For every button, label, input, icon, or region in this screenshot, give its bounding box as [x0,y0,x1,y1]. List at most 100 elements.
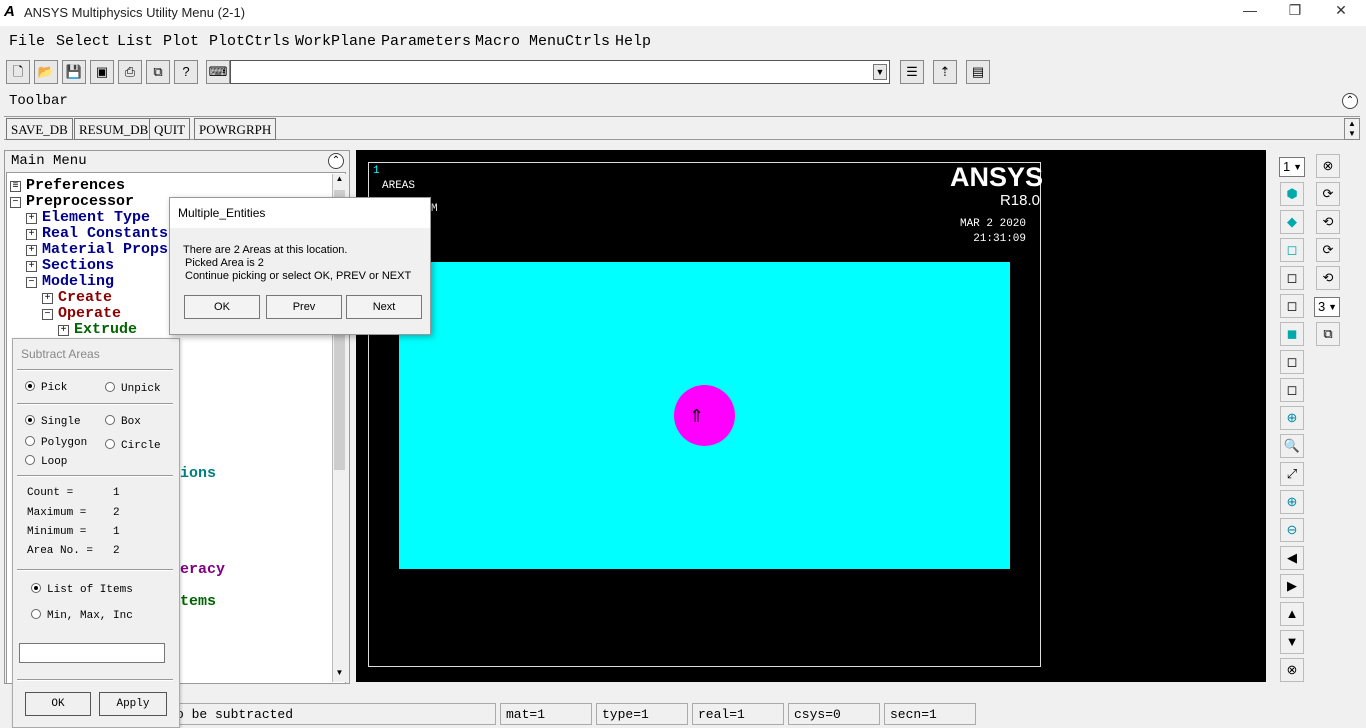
tree-item-material-props[interactable]: + Material Props [26,241,168,258]
ok-button[interactable]: OK [25,692,91,716]
menu-workplane[interactable]: WorkPlane [295,33,376,50]
close-button[interactable]: ✕ [1323,2,1359,22]
tree-item-real-constants[interactable]: + Real Constants [26,225,168,242]
rotate-y-icon[interactable]: ⟳ [1316,182,1340,206]
zoom-icon[interactable]: ⊕ [1280,406,1304,430]
menu-parameters[interactable]: Parameters [381,33,471,50]
contact-manager-icon[interactable]: ▤ [966,60,990,84]
back-view-icon[interactable]: ◻ [1280,238,1304,262]
main-menu-label: Main Menu [11,153,87,169]
menu-plotctrls[interactable]: PlotCtrls [209,33,290,50]
radio-icon [105,439,115,449]
menu-file[interactable]: File [9,33,45,50]
top-view-icon[interactable]: ◻ [1280,266,1304,290]
command-input[interactable]: ▼ [230,60,890,84]
rotate-x-icon[interactable]: ⟲ [1316,210,1340,234]
tree-item-create[interactable]: + Create [42,289,112,306]
window-select-dropdown[interactable]: 1 ▼ [1279,157,1305,177]
bottom-view-icon[interactable]: ◻ [1280,294,1304,318]
toolbar-scroll-icon[interactable]: ▲ ▼ [1344,118,1360,140]
ansys-brand: ANSYS [950,162,1044,192]
new-file-icon[interactable]: 🗋 [6,60,30,84]
menu-plot[interactable]: Plot [163,33,199,50]
minimize-button[interactable]: — [1232,2,1268,22]
zoom-out-icon[interactable]: ⊖ [1280,518,1304,542]
pan-right-icon[interactable]: ▶ [1280,574,1304,598]
menu-select[interactable]: Select [56,33,110,50]
box-zoom-icon[interactable]: 🔍 [1280,434,1304,458]
tree-item-preferences[interactable]: ≡ Preferences [10,177,125,194]
command-dropdown-icon[interactable]: ▼ [873,64,887,80]
single-radio[interactable]: Single [25,415,81,428]
pick-radio[interactable]: Pick [25,381,67,394]
keyboard-icon[interactable]: ⌨ [206,60,230,84]
box-radio[interactable]: Box [105,415,141,428]
restore-button[interactable]: ❐ [1277,2,1313,22]
resum-db-button[interactable]: RESUM_DB [74,118,154,140]
loop-radio[interactable]: Loop [25,455,67,468]
save-icon[interactable]: 💾 [62,60,86,84]
tree-label: Preprocessor [26,193,135,210]
dynamic-mode-icon[interactable]: ⧉ [1316,322,1340,346]
front-view-icon[interactable]: ◆ [1280,210,1304,234]
oblique-view-icon[interactable]: ⊗ [1316,154,1340,178]
menu-macro[interactable]: Macro [475,33,520,50]
reset-picking-icon[interactable]: ⇡ [933,60,957,84]
zoom-in-icon[interactable]: ⊕ [1280,490,1304,514]
apply-button[interactable]: Apply [99,692,167,716]
tree-item-modeling[interactable]: − Modeling [26,273,114,290]
collapse-main-menu-icon[interactable]: ⌃ [328,153,344,169]
collapse-toolbar-icon[interactable]: ⌃ [1342,93,1358,109]
help-icon[interactable]: ? [174,60,198,84]
expand-icon: + [26,245,37,256]
pan-up-icon[interactable]: ▲ [1280,602,1304,626]
tree-item-partial[interactable]: ions [180,465,216,482]
pan-left-icon[interactable]: ◀ [1280,546,1304,570]
min-max-inc-radio[interactable]: Min, Max, Inc [31,609,133,622]
next-button[interactable]: Next [346,295,422,319]
rotate-z-icon[interactable]: ⟳ [1316,238,1340,262]
reset-view-icon[interactable]: ⊗ [1280,658,1304,682]
powrgrph-button[interactable]: POWRGRPH [194,118,277,140]
quit-button[interactable]: QUIT [149,118,191,140]
status-real: real=1 [692,703,784,725]
status-type: type=1 [596,703,688,725]
unpick-radio[interactable]: Unpick [105,382,161,395]
polygon-radio[interactable]: Polygon [25,436,87,449]
dropdown-value: 3 [1318,299,1326,314]
expand-icon: + [26,229,37,240]
tree-item-sections[interactable]: + Sections [26,257,114,274]
view-select-dropdown[interactable]: 3 ▼ [1314,297,1340,317]
print-icon[interactable]: ⎙ [118,60,142,84]
report-icon[interactable]: ▣ [90,60,114,84]
prev-button[interactable]: Prev [266,295,342,319]
tree-item-partial[interactable]: eracy [180,561,225,578]
tree-item-operate[interactable]: − Operate [42,305,121,322]
left-view-icon[interactable]: ◻ [1280,350,1304,374]
tree-item-element-type[interactable]: + Element Type [26,209,150,226]
area-2-selected[interactable] [674,385,735,446]
list-items-radio[interactable]: List of Items [31,583,133,596]
tree-item-preprocessor[interactable]: − Preprocessor [10,193,134,210]
pan-down-icon[interactable]: ▼ [1280,630,1304,654]
rotate-zneg-icon[interactable]: ⟲ [1316,266,1340,290]
menu-help[interactable]: Help [615,33,651,50]
menu-menuctrls[interactable]: MenuCtrls [529,33,610,50]
open-folder-icon[interactable]: 📂 [34,60,58,84]
ok-button[interactable]: OK [184,295,260,319]
tree-item-extrude[interactable]: + Extrude [58,321,137,338]
scroll-down-icon[interactable]: ▼ [333,668,346,682]
tree-item-partial[interactable]: tems [180,593,216,610]
circle-radio[interactable]: Circle [105,439,161,452]
fit-view-icon[interactable]: ⤢ [1280,462,1304,486]
scroll-up-icon[interactable]: ▲ [333,174,346,188]
wire-view-icon[interactable]: ◻ [1280,378,1304,402]
right-view-icon[interactable]: ◼ [1280,322,1304,346]
raise-hidden-icon[interactable]: ☰ [900,60,924,84]
pick-entry-input[interactable] [19,643,165,663]
save-db-button[interactable]: SAVE_DB [6,118,73,140]
expand-icon: + [26,213,37,224]
image-capture-icon[interactable]: ⧉ [146,60,170,84]
iso-view-icon[interactable]: ⬢ [1280,182,1304,206]
menu-list[interactable]: List [117,33,153,50]
